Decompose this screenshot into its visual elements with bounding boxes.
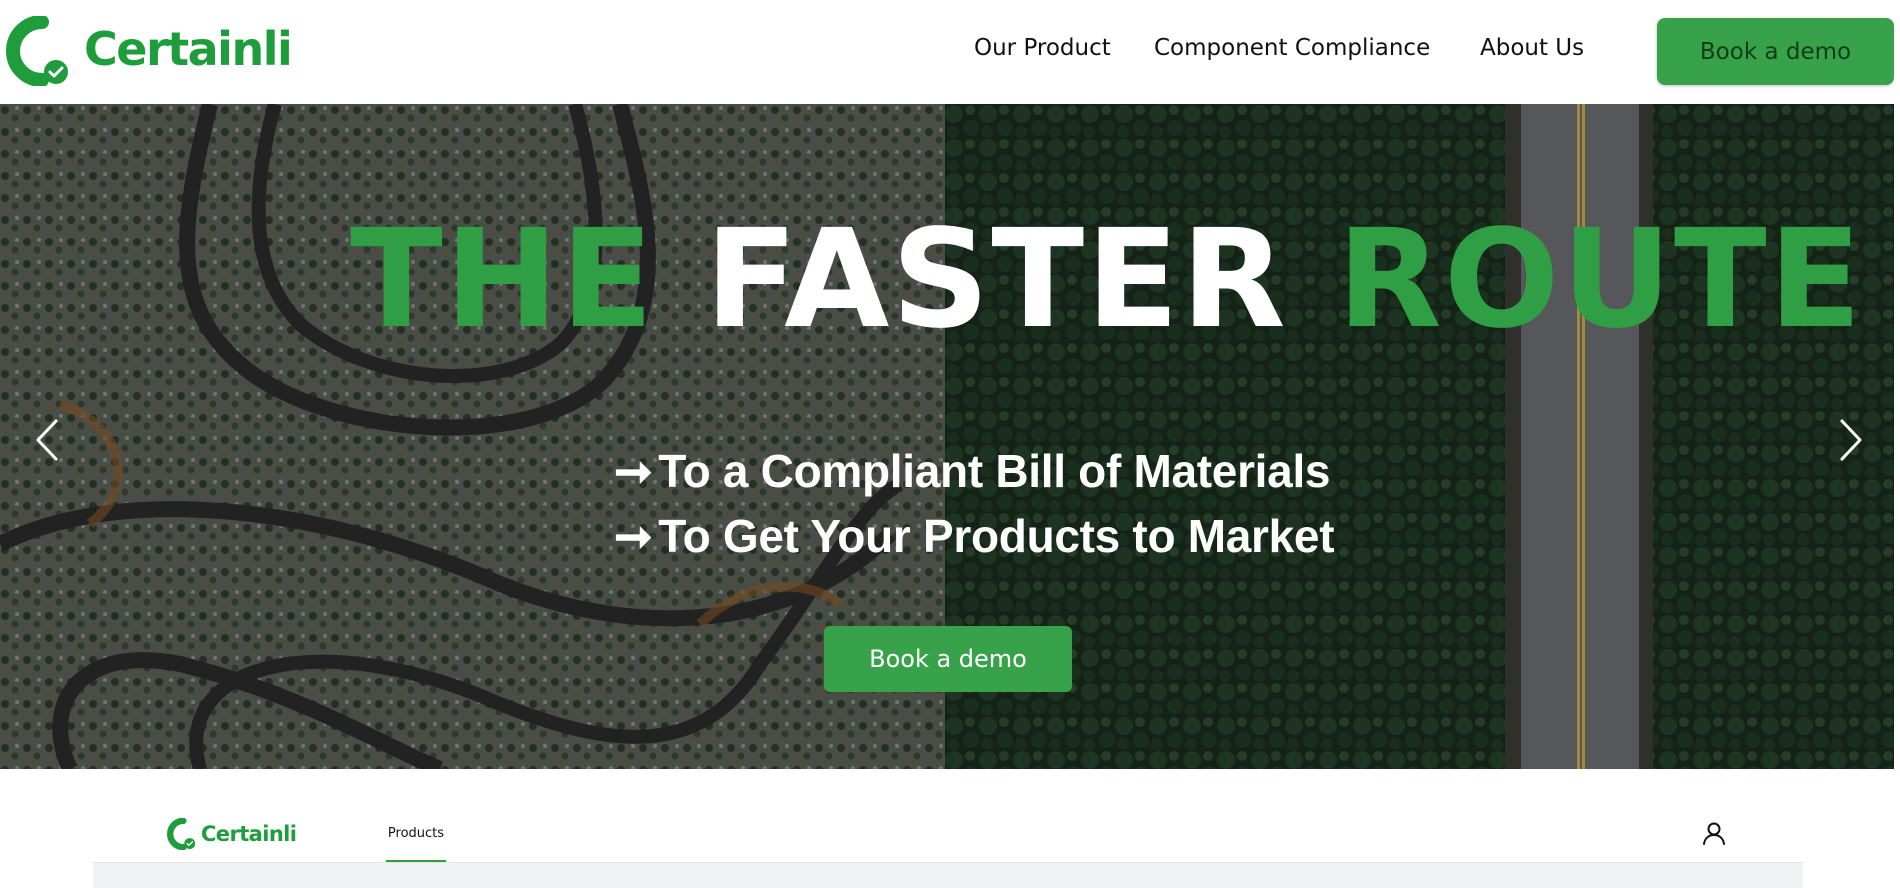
- hero-headline: THE FASTER ROUTE: [0, 212, 1894, 348]
- carousel-next-button[interactable]: [1830, 417, 1870, 463]
- arrow-right-icon: ➞: [614, 445, 653, 497]
- app-content-area: [93, 862, 1803, 888]
- headline-word-faster: FASTER: [704, 201, 1288, 359]
- page-edge: [1894, 0, 1900, 888]
- chevron-right-icon: [1840, 419, 1862, 461]
- brand-name: Certainli: [84, 22, 293, 76]
- header-book-demo-button[interactable]: Book a demo: [1657, 18, 1894, 85]
- user-account-button[interactable]: [1700, 819, 1728, 847]
- hero-bullet-1: ➞ To a Compliant Bill of Materials: [614, 444, 1331, 498]
- hero-bullet-2: ➞ To Get Your Products to Market: [614, 509, 1335, 563]
- brand-logo[interactable]: Certainli: [6, 16, 293, 86]
- logo-mark-icon: [167, 818, 196, 850]
- app-brand-name: Certainli: [201, 822, 297, 846]
- hero-book-demo-button[interactable]: Book a demo: [824, 626, 1072, 692]
- chevron-left-icon: [36, 419, 58, 461]
- hero-bullet-1-text: To a Compliant Bill of Materials: [658, 445, 1331, 497]
- hero-bullet-2-text: To Get Your Products to Market: [658, 510, 1335, 562]
- logo-mark-icon: [6, 16, 68, 86]
- headline-word-route: ROUTE: [1337, 201, 1864, 359]
- tab-products[interactable]: Products: [386, 818, 446, 862]
- nav-component-compliance[interactable]: Component Compliance: [1154, 35, 1430, 61]
- hero-banner: THE FASTER ROUTE ➞ To a Compliant Bill of…: [0, 104, 1894, 769]
- arrow-right-icon: ➞: [614, 510, 653, 562]
- nav-about-us[interactable]: About Us: [1480, 35, 1584, 61]
- carousel-prev-button[interactable]: [28, 417, 68, 463]
- user-icon: [1703, 822, 1725, 845]
- app-preview-header: [93, 800, 1803, 862]
- app-logo[interactable]: Certainli: [167, 818, 297, 850]
- headline-word-the: THE: [350, 201, 656, 359]
- nav-our-product[interactable]: Our Product: [974, 35, 1111, 61]
- site-header: Certainli Our Product Component Complian…: [0, 0, 1900, 104]
